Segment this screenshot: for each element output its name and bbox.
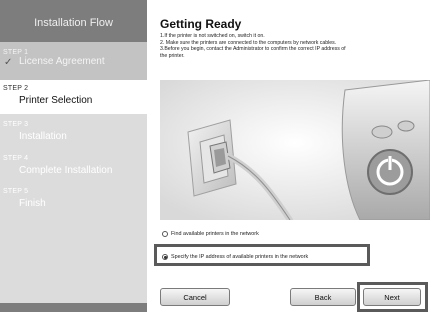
step-label: Complete Installation: [19, 165, 113, 176]
option-find-printers[interactable]: Find available printers in the network: [162, 228, 259, 240]
instructions-text: 1.If the printer is not switched on, swi…: [160, 33, 432, 59]
installer-window: Installation Flow STEP 1 ✓ License Agree…: [0, 0, 437, 312]
step-number: STEP 5: [3, 188, 29, 195]
instruction-line: the printer.: [160, 52, 185, 59]
step-complete-installation: STEP 4 Complete Installation: [0, 155, 147, 181]
step-label: Finish: [19, 198, 46, 209]
step-label: Printer Selection: [19, 95, 93, 106]
step-license-agreement: STEP 1 ✓ License Agreement: [0, 42, 147, 80]
highlight-frame: [357, 282, 428, 312]
back-button[interactable]: Back: [290, 288, 356, 306]
radio-icon[interactable]: [162, 231, 168, 237]
option-label: Find available printers in the network: [171, 231, 259, 237]
step-number: STEP 3: [3, 121, 29, 128]
step-number: STEP 2: [3, 85, 29, 92]
sidebar-header: Installation Flow: [0, 0, 147, 42]
power-button-icon: [367, 149, 413, 195]
step-finish: STEP 5 Finish: [0, 188, 147, 214]
page-title: Getting Ready: [160, 17, 242, 31]
printer-power-illustration: [160, 80, 430, 220]
highlight-frame: [154, 244, 370, 266]
cancel-button[interactable]: Cancel: [160, 288, 230, 306]
step-label: Installation: [19, 131, 67, 142]
step-label: License Agreement: [19, 56, 105, 67]
step-number: STEP 4: [3, 155, 29, 162]
step-printer-selection: STEP 2 Printer Selection: [0, 80, 147, 114]
sidebar: Installation Flow STEP 1 ✓ License Agree…: [0, 0, 147, 312]
sidebar-footer: [0, 303, 147, 312]
step-installation: STEP 3 Installation: [0, 121, 147, 147]
sidebar-title: Installation Flow: [34, 17, 113, 29]
step-number: STEP 1: [3, 49, 29, 56]
checkmark-icon: ✓: [4, 57, 13, 68]
